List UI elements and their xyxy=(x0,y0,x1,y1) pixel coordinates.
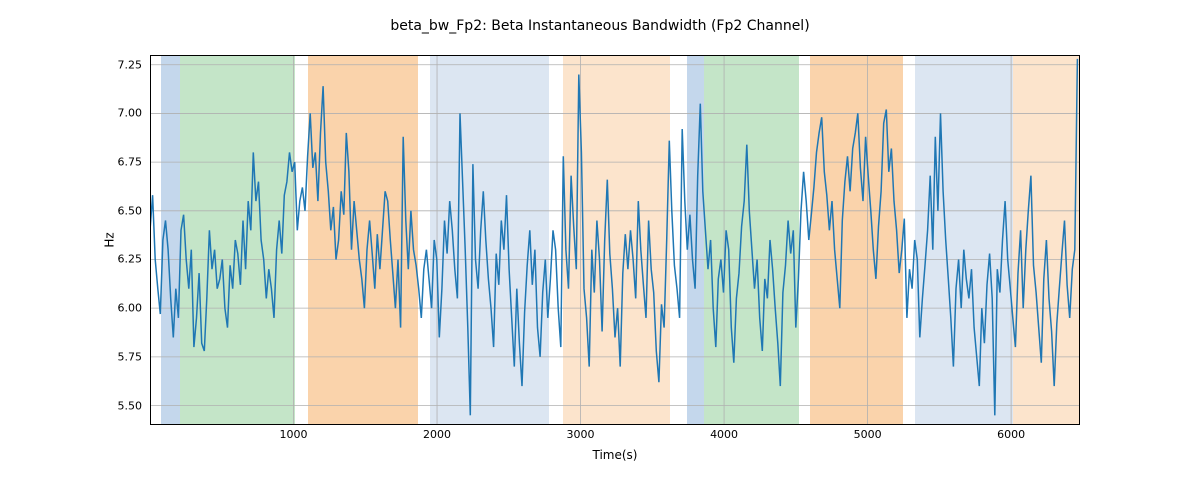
chart-axes xyxy=(150,55,1080,425)
chart-title: beta_bw_Fp2: Beta Instantaneous Bandwidt… xyxy=(0,18,1200,34)
y-tick-label: 5.75 xyxy=(102,350,142,363)
x-tick-label: 4000 xyxy=(710,428,738,441)
y-tick-label: 6.00 xyxy=(102,302,142,315)
y-tick-label: 6.50 xyxy=(102,204,142,217)
y-tick-label: 5.50 xyxy=(102,399,142,412)
y-tick-label: 7.25 xyxy=(102,58,142,71)
y-tick-label: 6.75 xyxy=(102,156,142,169)
y-axis-label: Hz xyxy=(103,232,117,247)
plot-frame xyxy=(150,55,1080,425)
x-tick-label: 5000 xyxy=(854,428,882,441)
x-tick-label: 2000 xyxy=(423,428,451,441)
x-axis-label: Time(s) xyxy=(150,448,1080,462)
x-tick-label: 1000 xyxy=(280,428,308,441)
y-tick-label: 6.25 xyxy=(102,253,142,266)
x-tick-label: 6000 xyxy=(997,428,1025,441)
chart-figure: beta_bw_Fp2: Beta Instantaneous Bandwidt… xyxy=(0,0,1200,500)
y-tick-label: 7.00 xyxy=(102,107,142,120)
x-tick-label: 3000 xyxy=(567,428,595,441)
